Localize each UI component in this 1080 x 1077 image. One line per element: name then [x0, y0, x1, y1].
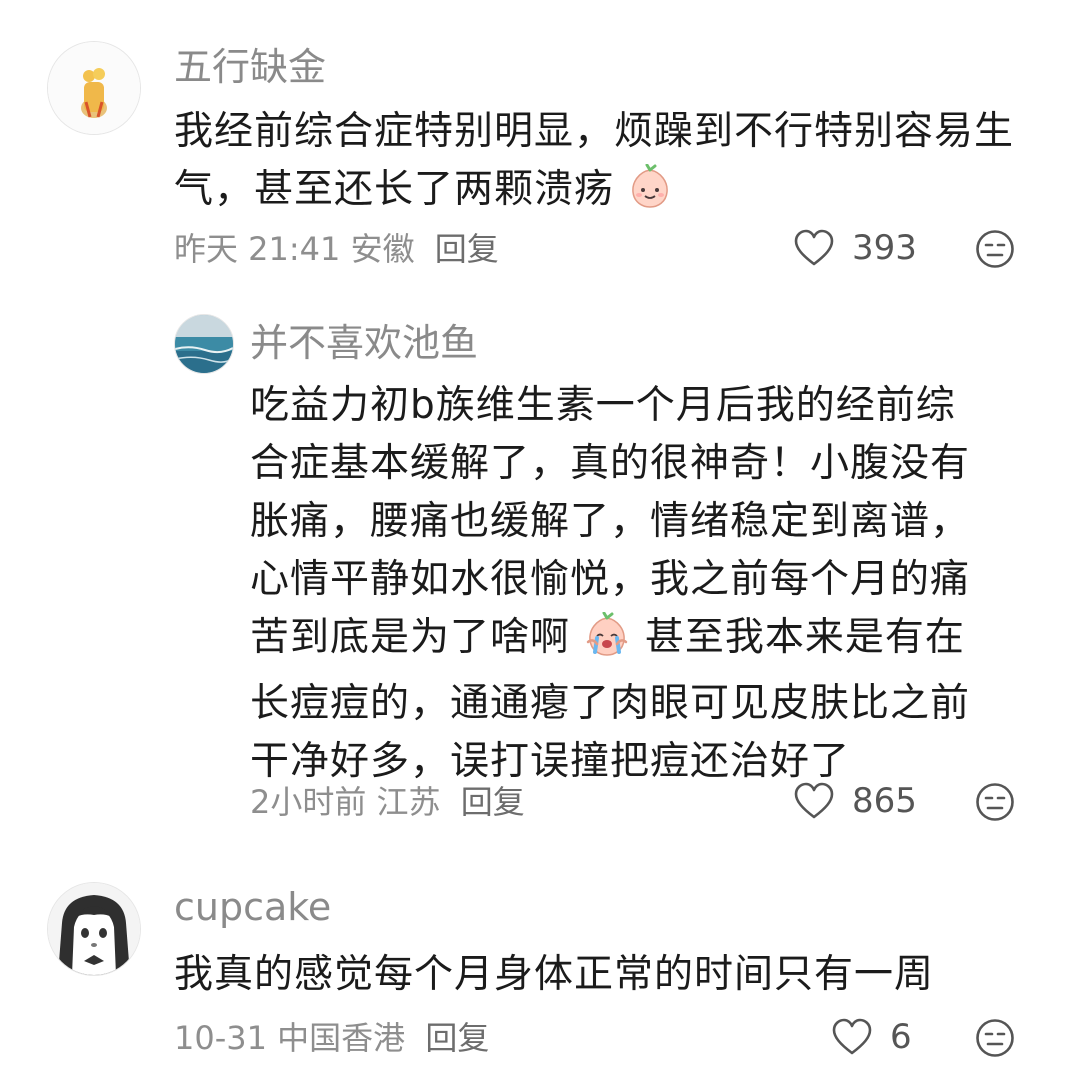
dislike-button[interactable]	[975, 1018, 1015, 1058]
unamused-face-icon	[976, 1019, 1014, 1057]
comment-text-content: 我真的感觉每个月身体正常的时间只有一周	[174, 952, 935, 997]
comment-text-line: 胀痛，腰痛也缓解了，情绪稳定到离谱，	[250, 499, 971, 544]
comment-meta: 昨天 21:41 安徽 回复	[174, 233, 499, 265]
comment-text-line: 心情平静如水很愉悦，我之前每个月的痛	[250, 557, 971, 602]
comment-meta: 10-31 中国香港 回复	[174, 1022, 489, 1054]
timestamp: 2小时前	[250, 783, 367, 821]
comment-text-line: 长痘痘的，通通瘪了肉眼可见皮肤比之前	[250, 681, 971, 726]
peach-crying-emoji	[583, 611, 631, 675]
username[interactable]: cupcake	[174, 888, 331, 926]
timestamp: 昨天 21:41	[174, 230, 341, 268]
reply-button[interactable]: 回复	[435, 230, 499, 268]
username[interactable]: 并不喜欢池鱼	[250, 324, 478, 362]
like-button[interactable]: 865	[794, 782, 917, 820]
heart-icon	[794, 782, 834, 819]
comment-text: 我真的感觉每个月身体正常的时间只有一周	[174, 946, 1034, 1004]
seascape-avatar-icon	[175, 315, 233, 373]
like-button[interactable]: 6	[832, 1018, 912, 1056]
fries-avatar-icon	[48, 42, 140, 134]
comment-meta: 2小时前 江苏 回复	[250, 786, 525, 818]
location: 安徽	[350, 230, 415, 268]
like-count: 393	[852, 228, 917, 268]
like-count: 865	[852, 781, 917, 821]
unamused-face-icon	[976, 230, 1014, 268]
avatar[interactable]	[174, 314, 234, 374]
peach-smile-emoji	[627, 163, 673, 227]
avatar[interactable]	[47, 882, 141, 976]
comment-text: 吃益力初b族维生素一个月后我的经前综 合症基本缓解了，真的很神奇！小腹没有 胀痛…	[250, 377, 1040, 791]
location: 中国香港	[277, 1019, 406, 1057]
comment-text-segment: 苦到底是为了啥啊	[250, 615, 571, 660]
timestamp: 10-31	[174, 1019, 267, 1057]
location: 江苏	[376, 783, 441, 821]
comment-text-segment: 甚至我本来是有在	[644, 615, 965, 660]
reply-button[interactable]: 回复	[425, 1019, 489, 1057]
dislike-button[interactable]	[975, 782, 1015, 822]
comment-text-line: 合症基本缓解了，真的很神奇！小腹没有	[250, 441, 971, 486]
anime-girl-avatar-icon	[48, 883, 140, 975]
comment-text-line-with-emoji: 苦到底是为了啥啊 甚至我本来是有在	[250, 609, 1040, 675]
unamused-face-icon	[976, 783, 1014, 821]
comment-text-content: 我经前综合症特别明显，烦躁到不行特别容易生气，甚至还长了两颗溃疡	[174, 109, 1015, 212]
comment-text: 我经前综合症特别明显，烦躁到不行特别容易生气，甚至还长了两颗溃疡	[174, 103, 1034, 227]
heart-icon	[794, 229, 834, 266]
heart-icon	[832, 1018, 872, 1055]
comment-text-line: 吃益力初b族维生素一个月后我的经前综	[250, 383, 956, 428]
like-button[interactable]: 393	[794, 229, 917, 267]
reply-button[interactable]: 回复	[461, 783, 525, 821]
dislike-button[interactable]	[975, 229, 1015, 269]
username[interactable]: 五行缺金	[174, 48, 326, 86]
avatar[interactable]	[47, 41, 141, 135]
like-count: 6	[890, 1017, 912, 1057]
